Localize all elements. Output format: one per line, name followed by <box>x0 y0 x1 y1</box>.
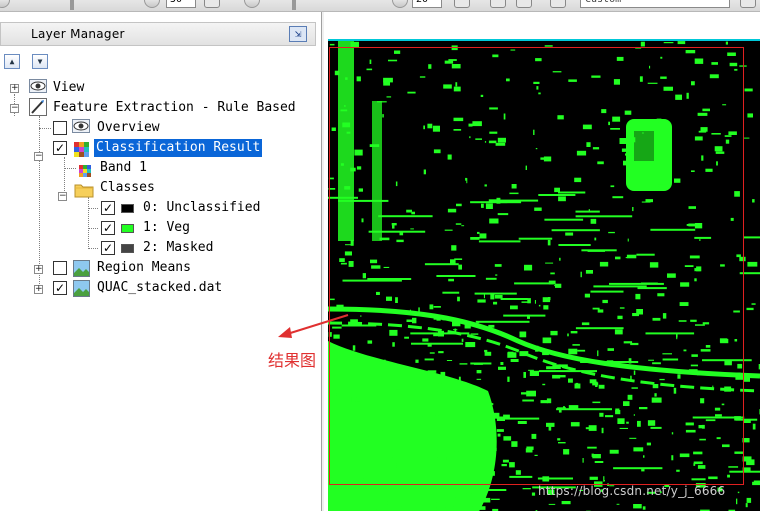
top-toolbar: 50 20 Custom <box>0 0 760 12</box>
refresh-icon[interactable] <box>550 0 566 8</box>
zoom-actual-icon[interactable] <box>516 0 532 8</box>
classification-result-checkbox[interactable]: ✓ <box>53 141 67 155</box>
zoom-fit-icon[interactable] <box>490 0 506 8</box>
tree-item-view[interactable]: View <box>51 79 86 97</box>
tree-line <box>39 128 51 129</box>
stretch-dropdown[interactable]: Custom <box>580 0 730 8</box>
value-a-spinbox[interactable]: 50 <box>166 0 196 8</box>
classification-raster-icon <box>74 142 90 158</box>
selection-frame <box>329 47 744 485</box>
class-1-color-swatch <box>121 224 134 233</box>
layer-manager-panel: Layer Manager ⇲ ▲ ▼ + View − Feature Ext… <box>0 12 322 511</box>
tree-item-feature-extraction[interactable]: Feature Extraction - Rule Based <box>51 99 298 117</box>
tree-item-class-0[interactable]: 0: Unclassified <box>141 199 262 217</box>
tree-item-region-means[interactable]: Region Means <box>95 259 193 277</box>
region-means-checkbox[interactable] <box>53 261 67 275</box>
slider-tick <box>292 0 296 10</box>
contrast-icon[interactable] <box>392 0 408 8</box>
class-0-color-swatch <box>121 204 134 213</box>
tree-line <box>88 248 98 249</box>
slider-knob[interactable] <box>0 0 10 8</box>
class-0-checkbox[interactable]: ✓ <box>101 201 115 215</box>
tree-item-overview[interactable]: Overview <box>95 119 162 137</box>
tree-line <box>64 168 76 169</box>
class-1-checkbox[interactable]: ✓ <box>101 221 115 235</box>
reset-icon[interactable] <box>454 0 470 8</box>
slider-knob[interactable] <box>144 0 160 8</box>
tree-line <box>88 197 89 249</box>
tree-line <box>88 208 98 209</box>
watermark-text: https://blog.csdn.net/y_j_6666 <box>538 484 726 498</box>
slider-tick <box>70 0 74 10</box>
tree-item-classification-result[interactable]: Classification Result <box>94 139 263 157</box>
annotation-arrow-icon <box>278 314 349 338</box>
annotation-caption: 结果图 <box>268 351 317 370</box>
class-2-checkbox[interactable]: ✓ <box>101 241 115 255</box>
raster-image-icon <box>73 280 90 297</box>
expand-toggle[interactable]: + <box>34 265 43 274</box>
tree-line <box>88 228 98 229</box>
tree-item-class-2[interactable]: 2: Masked <box>141 239 215 257</box>
eye-icon <box>72 119 90 135</box>
expand-toggle[interactable]: + <box>10 84 19 93</box>
expand-toggle[interactable]: + <box>34 285 43 294</box>
quac-checkbox[interactable]: ✓ <box>53 281 67 295</box>
class-2-color-swatch <box>121 244 134 253</box>
raster-image-icon <box>73 260 90 277</box>
refresh-icon[interactable] <box>740 0 756 8</box>
reset-icon[interactable] <box>204 0 220 8</box>
feature-extraction-icon <box>29 98 47 116</box>
collapse-toggle[interactable]: − <box>58 192 67 201</box>
tree-item-quac[interactable]: QUAC_stacked.dat <box>95 279 224 297</box>
folder-icon <box>74 182 94 198</box>
value-b-spinbox[interactable]: 20 <box>412 0 442 8</box>
tree-item-class-1[interactable]: 1: Veg <box>141 219 192 237</box>
eye-icon <box>29 79 47 95</box>
collapse-toggle[interactable]: − <box>34 152 43 161</box>
slider-knob[interactable] <box>244 0 260 8</box>
tree-item-classes[interactable]: Classes <box>98 179 157 197</box>
tree-line <box>39 116 40 286</box>
layer-tree: + View − Feature Extraction - Rule Based… <box>0 12 322 511</box>
collapse-toggle[interactable]: − <box>10 104 19 113</box>
overview-checkbox[interactable] <box>53 121 67 135</box>
band-icon <box>79 165 95 181</box>
tree-item-band[interactable]: Band 1 <box>98 159 149 177</box>
